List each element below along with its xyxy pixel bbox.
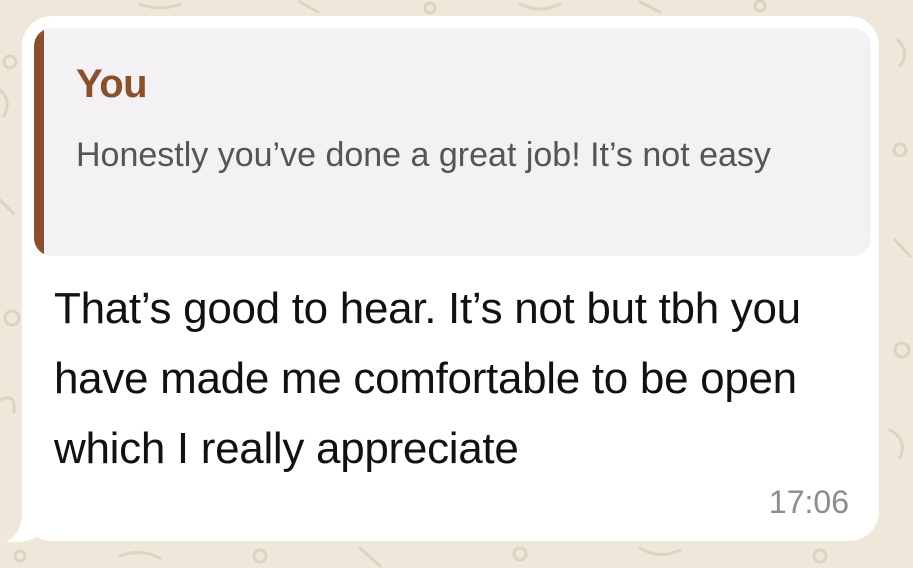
quoted-text: Honestly you’ve done a great job! It’s n… (76, 136, 771, 174)
quoted-author: You (76, 62, 148, 106)
quote-accent-bar (34, 28, 44, 256)
message-bubble[interactable]: You Honestly you’ve done a great job! It… (22, 16, 879, 541)
quoted-reply[interactable]: You Honestly you’ve done a great job! It… (34, 28, 871, 256)
message-body: That’s good to hear. It’s not but tbh yo… (54, 284, 801, 473)
message-timestamp: 17:06 (768, 484, 849, 520)
